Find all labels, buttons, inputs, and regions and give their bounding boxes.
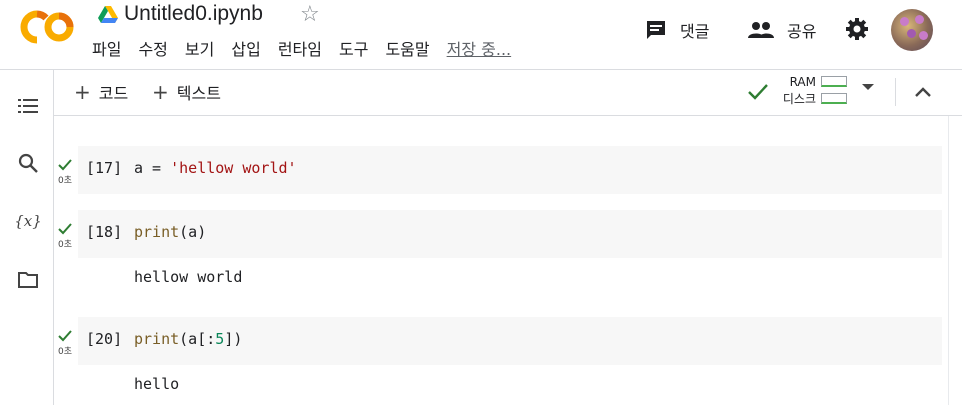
code-token-number: 5 [215,330,225,348]
ram-label: RAM [789,75,816,89]
comment-button[interactable]: 댓글 [644,14,709,46]
check-icon [58,330,72,342]
app-header: Untitled0.ipynb ☆ 파일 수정 보기 삽입 런타임 도구 도움말… [0,0,962,70]
code-token-function: print [134,223,180,241]
variables-icon[interactable]: {x} [14,210,42,232]
share-label: 공유 [787,22,817,41]
menu-file[interactable]: 파일 [92,38,121,62]
notebook-title[interactable]: Untitled0.ipynb [124,2,263,26]
check-icon [58,223,72,235]
connected-check-icon[interactable] [747,81,769,103]
cell-editor[interactable]: [18] print(a) [78,210,942,258]
ram-bar [821,76,847,87]
exec-time: 0초 [57,240,72,250]
code-token: (a[: [179,330,216,348]
toolbar-divider [895,78,896,106]
menu-tools[interactable]: 도구 [339,38,368,62]
code-token: (a) [179,223,207,241]
cell-editor[interactable]: [17] a = 'hellow world' [78,146,942,194]
exec-count: [17] [86,159,123,177]
cell-status: 0초 [54,327,76,357]
cell-editor[interactable]: [20] print(a[:5]) [78,317,942,365]
menu-runtime[interactable]: 런타임 [278,38,322,62]
comment-icon [647,21,665,39]
search-icon[interactable] [17,152,39,174]
add-text-button[interactable]: + 텍스트 [152,80,221,104]
colab-logo[interactable] [20,10,76,44]
code-line[interactable]: print(a[:5]) [134,330,242,348]
share-button[interactable]: 공유 [747,14,816,46]
cell-output: hello [134,375,180,393]
menu-bar: 파일 수정 보기 삽입 런타임 도구 도움말 저장 중... [92,38,511,62]
resource-bars[interactable] [821,76,847,110]
menu-view[interactable]: 보기 [185,38,214,62]
exec-count: [20] [86,330,123,348]
code-line[interactable]: print(a) [134,223,206,241]
notebook-scrollbar[interactable] [948,116,962,405]
drive-icon[interactable] [98,6,118,24]
cell-output: hellow world [134,268,243,286]
plus-icon: + [152,80,169,104]
resource-dropdown-icon[interactable] [862,84,874,90]
menu-insert[interactable]: 삽입 [231,38,260,62]
avatar[interactable] [891,9,933,51]
add-code-label: 코드 [98,84,129,103]
cell-status: 0초 [54,156,76,186]
exec-count: [18] [86,223,123,241]
side-rail: {x} [0,70,54,405]
gear-icon[interactable] [845,17,869,41]
menu-help[interactable]: 도움말 [385,38,429,62]
add-text-label: 텍스트 [176,84,221,103]
folder-icon[interactable] [17,268,39,290]
comment-label: 댓글 [680,22,710,41]
code-token-function: print [134,330,180,348]
notebook-toolbar: + 코드 + 텍스트 RAM 디스크 [54,70,962,116]
code-token-string: 'hellow world' [170,159,297,177]
resource-labels[interactable]: RAM 디스크 [776,74,816,108]
disk-bar [821,93,847,104]
plus-icon: + [74,80,91,104]
table-of-contents-icon[interactable] [17,95,39,117]
people-icon [748,22,774,38]
exec-time: 0초 [57,347,72,357]
code-token: a = [134,159,171,177]
disk-label: 디스크 [782,92,816,106]
cell-status: 0초 [54,220,76,250]
exec-time: 0초 [57,176,72,186]
add-code-button[interactable]: + 코드 [74,80,128,104]
code-line[interactable]: a = 'hellow world' [134,159,297,177]
chevron-up-icon[interactable] [912,82,934,104]
star-icon[interactable]: ☆ [300,2,320,28]
code-token: ]) [224,330,243,348]
saving-status[interactable]: 저장 중... [447,38,512,62]
check-icon [58,159,72,171]
menu-edit[interactable]: 수정 [138,38,167,62]
